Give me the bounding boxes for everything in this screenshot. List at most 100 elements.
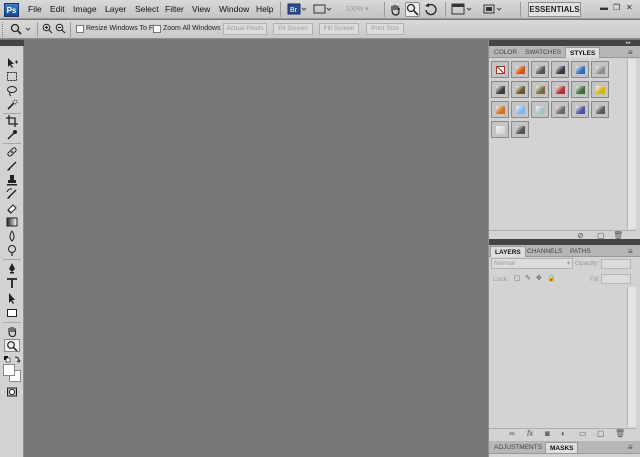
minimize-icon[interactable]: ▬ [600,3,608,12]
style-swatch[interactable] [491,121,509,138]
panel-menu-icon[interactable]: ≡ [628,443,633,452]
link-layers-icon[interactable]: ∞ [509,429,515,438]
tab-channels[interactable]: CHANNELS [523,246,566,257]
zoom-all-windows-checkbox[interactable] [153,25,161,33]
foreground-color-swatch[interactable] [3,364,15,376]
actual-pixels-button[interactable]: Actual Pixels [223,23,267,35]
styles-scrollbar[interactable] [627,59,636,229]
tab-swatches[interactable]: SWATCHES [521,47,565,58]
menu-view[interactable]: View [192,4,210,14]
arrange-documents-button[interactable] [450,2,474,17]
style-swatch[interactable] [511,121,529,138]
move-tool-icon[interactable] [4,57,20,70]
tab-styles[interactable]: STYLES [565,47,601,58]
brush-tool-icon[interactable] [4,160,20,173]
crop-tool-icon[interactable] [4,115,20,128]
panel-menu-icon[interactable]: ≡ [628,247,633,256]
style-swatch[interactable] [531,81,549,98]
launch-bridge-button[interactable]: Br [285,2,309,17]
menu-edit[interactable]: Edit [50,4,65,14]
marquee-tool-icon[interactable] [4,71,20,84]
gradient-tool-icon[interactable] [4,216,20,229]
add-mask-icon[interactable]: ◙ [545,429,550,438]
hand-tool-icon[interactable] [4,325,20,338]
menu-file[interactable]: File [28,4,42,14]
panel-menu-icon[interactable]: ≡ [628,48,633,57]
tab-masks[interactable]: MASKS [545,442,579,453]
lasso-tool-icon[interactable] [4,85,20,98]
style-swatch[interactable] [491,81,509,98]
type-tool-icon[interactable] [4,277,20,290]
blend-mode-select[interactable]: Normal ▾ [491,258,573,269]
workspace-switcher[interactable]: ESSENTIALS ▾ [528,2,581,27]
zoom-tool-icon[interactable] [4,339,20,352]
menu-image[interactable]: Image [73,4,97,14]
menu-window[interactable]: Window [219,4,249,14]
tab-paths[interactable]: PATHS [566,246,595,257]
trash-icon[interactable]: 🗑 [615,429,625,438]
opacity-field[interactable] [601,259,631,269]
hand-tool-button[interactable] [388,2,403,17]
toolbox-grip[interactable] [0,40,24,46]
style-swatch[interactable] [491,61,509,78]
resize-windows-checkbox[interactable] [76,25,84,33]
new-layer-icon[interactable]: ▢ [597,429,605,438]
style-swatch[interactable] [511,81,529,98]
blur-tool-icon[interactable] [4,230,20,243]
print-size-button[interactable]: Print Size [366,23,404,35]
style-swatch[interactable] [531,61,549,78]
layer-style-icon[interactable]: fx [527,429,533,438]
tab-color[interactable]: COLOR [490,47,521,58]
clone-stamp-tool-icon[interactable] [4,174,20,187]
document-canvas[interactable] [25,40,488,457]
style-swatch[interactable] [511,101,529,118]
zoom-out-button[interactable] [54,22,67,37]
fill-field[interactable] [601,274,631,284]
zoom-tool-button[interactable] [405,2,420,17]
tool-preset-picker[interactable] [8,22,34,37]
menu-help[interactable]: Help [256,4,273,14]
style-swatch[interactable] [591,101,609,118]
style-swatch[interactable] [591,81,609,98]
style-swatch[interactable] [531,101,549,118]
healing-brush-tool-icon[interactable] [4,146,20,159]
quick-selection-tool-icon[interactable] [4,99,20,112]
screen-mode-button[interactable] [481,2,505,17]
path-selection-tool-icon[interactable] [4,292,20,305]
style-swatch[interactable] [511,61,529,78]
restore-icon[interactable]: ❐ [613,3,620,12]
style-swatch[interactable] [551,81,569,98]
close-icon[interactable]: ✕ [626,3,633,12]
lock-pixels-icon[interactable]: ✎ [525,274,531,282]
adjustment-layer-icon[interactable]: ◐ [561,429,566,438]
layers-list[interactable] [489,287,627,427]
lock-position-icon[interactable]: ✥ [536,274,542,282]
eyedropper-tool-icon[interactable] [4,129,20,142]
dodge-tool-icon[interactable] [4,244,20,257]
new-group-icon[interactable]: ▭ [579,429,587,438]
rectangle-tool-icon[interactable] [4,307,20,320]
menu-filter[interactable]: Filter [165,4,184,14]
default-colors-icon[interactable] [3,355,21,363]
style-swatch[interactable] [491,101,509,118]
style-swatch[interactable] [571,61,589,78]
pen-tool-icon[interactable] [4,262,20,275]
zoom-in-button[interactable] [41,22,54,37]
fill-screen-button[interactable]: Fill Screen [319,23,359,35]
style-swatch[interactable] [571,101,589,118]
zoom-level-select[interactable]: 100% ▾ [340,2,374,17]
rotate-view-button[interactable] [423,2,438,17]
menu-select[interactable]: Select [135,4,159,14]
history-brush-tool-icon[interactable] [4,188,20,201]
style-swatch[interactable] [551,61,569,78]
style-swatch[interactable] [591,61,609,78]
layers-scrollbar[interactable] [627,287,636,427]
menu-layer[interactable]: Layer [105,4,126,14]
fit-screen-button[interactable]: Fit Screen [273,23,313,35]
eraser-tool-icon[interactable] [4,202,20,215]
quick-mask-icon[interactable] [4,386,20,399]
style-swatch[interactable] [571,81,589,98]
lock-transparency-icon[interactable]: ▢ [514,274,521,282]
extras-button[interactable] [312,2,334,17]
style-swatch[interactable] [551,101,569,118]
